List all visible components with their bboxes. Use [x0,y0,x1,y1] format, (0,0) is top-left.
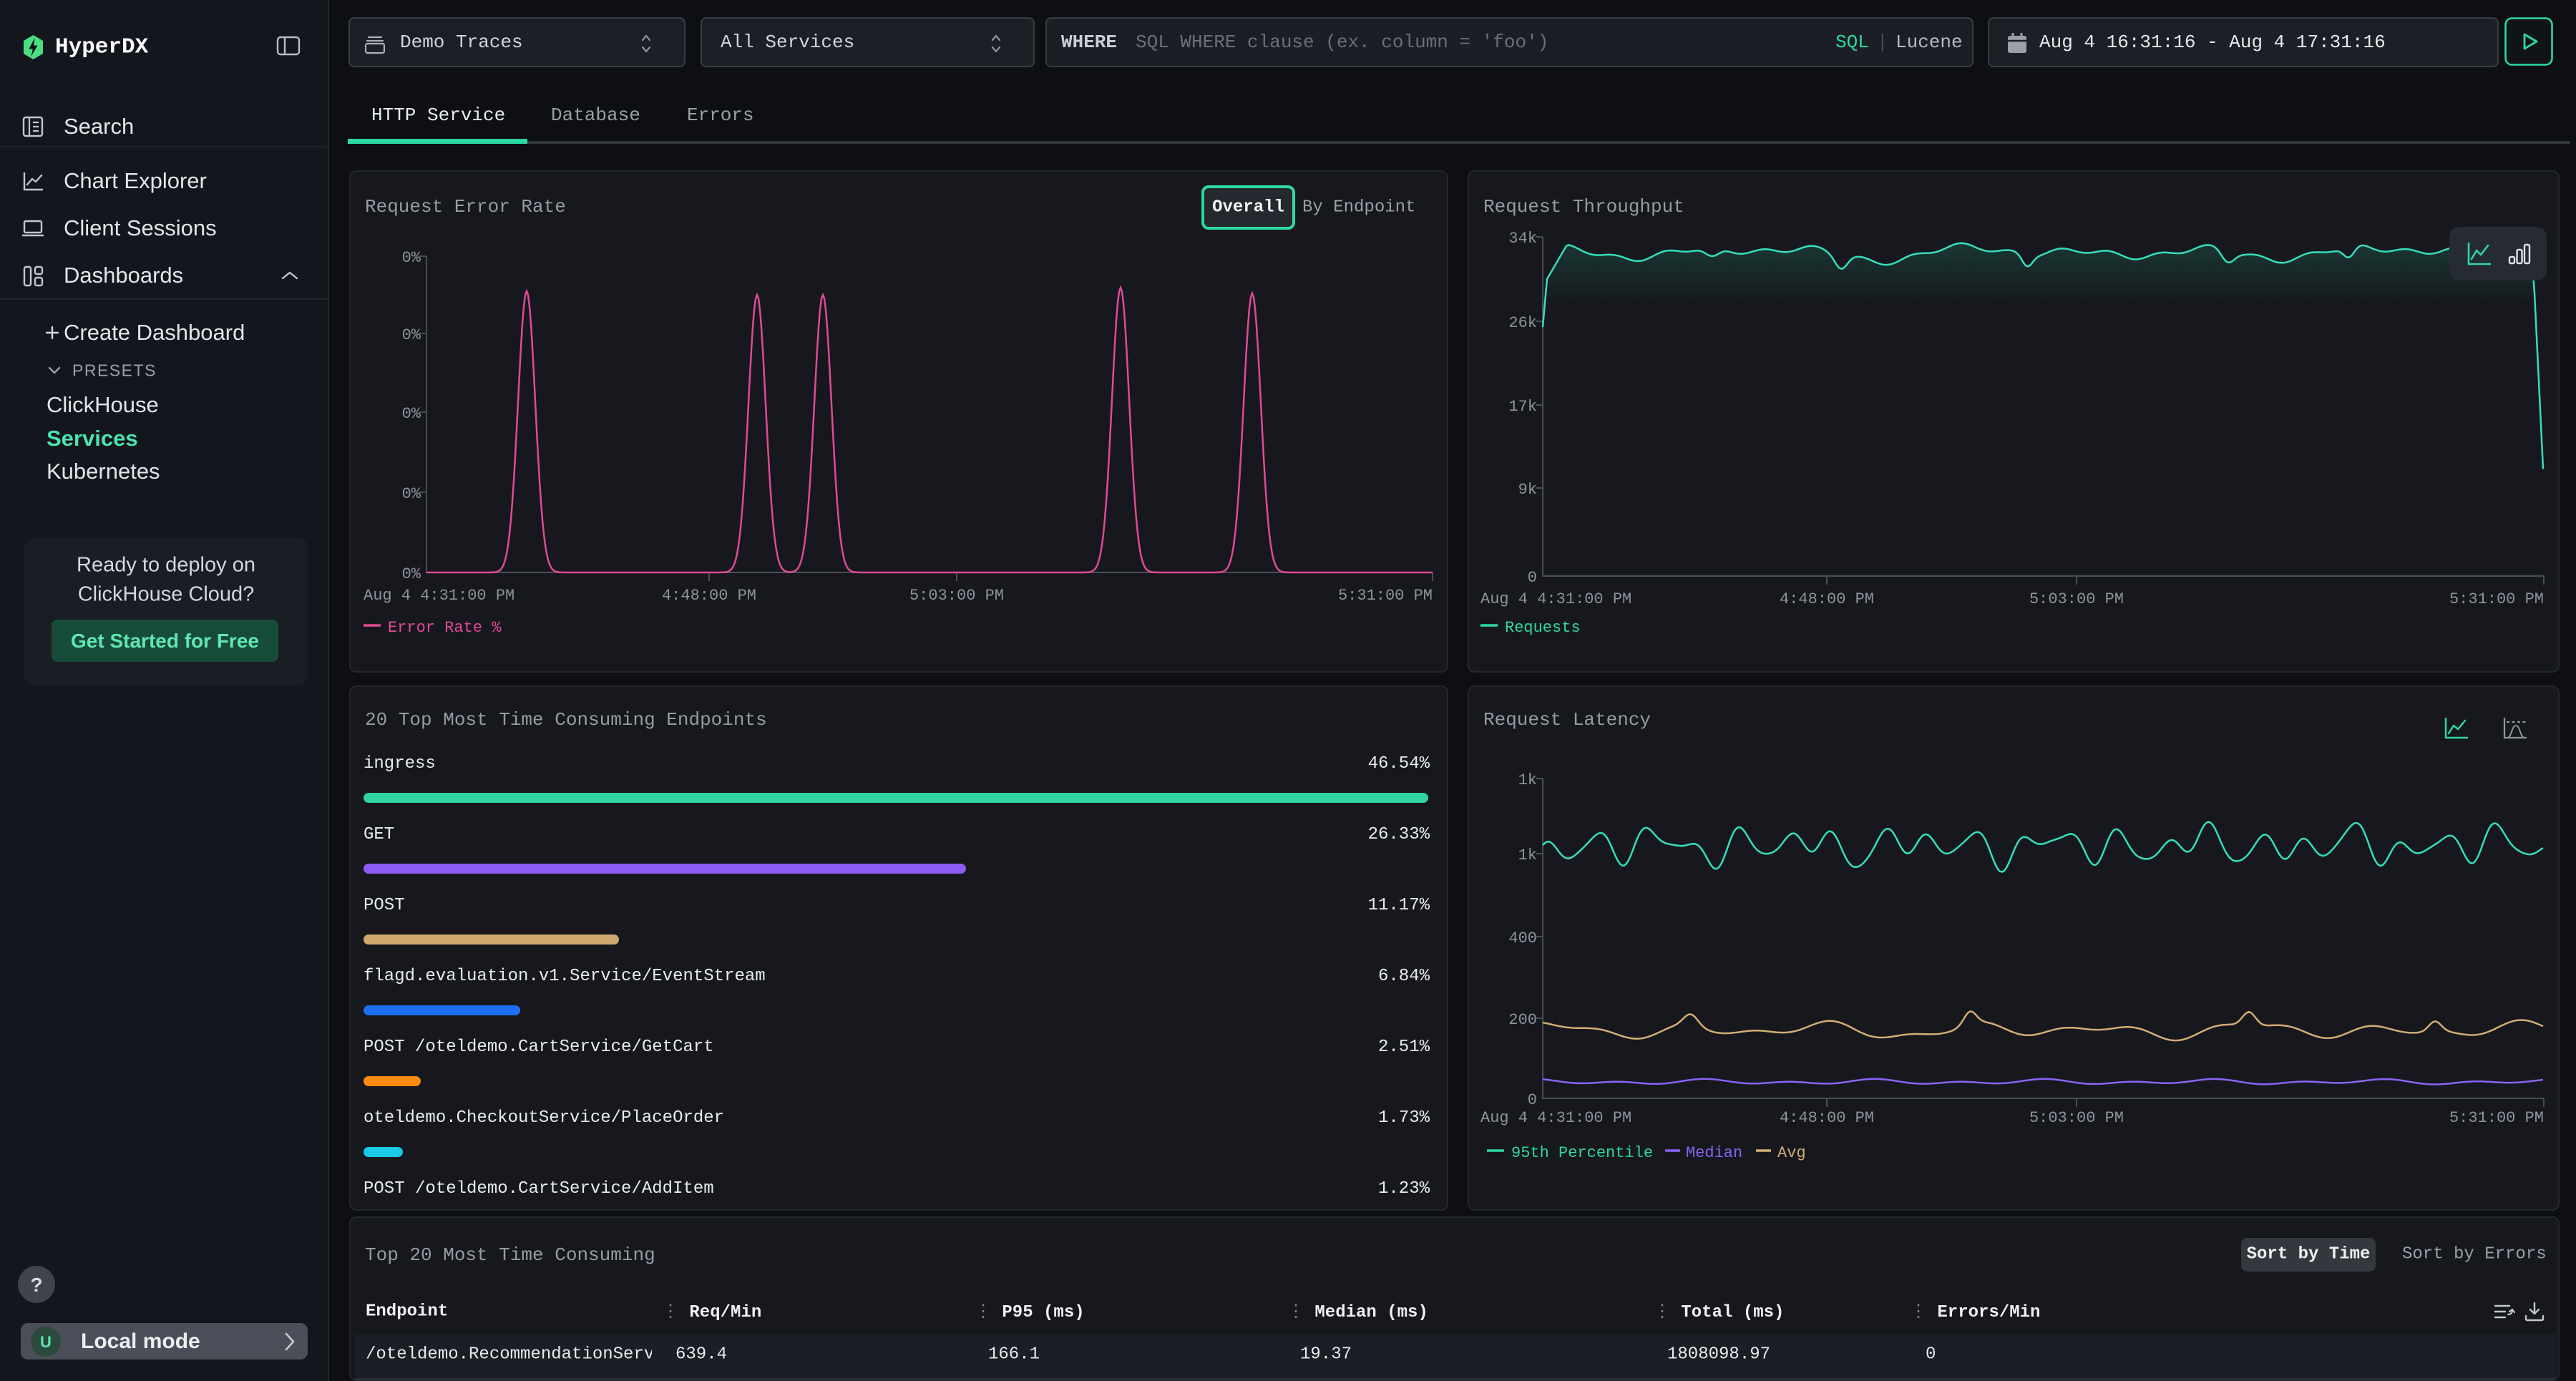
svg-text:Avg: Avg [1777,1144,1806,1162]
svg-text:34k: 34k [1508,230,1537,248]
svg-text:0%: 0% [402,249,421,267]
svg-text:1k: 1k [1518,846,1537,864]
svg-text:Aug 4 4:31:00 PM: Aug 4 4:31:00 PM [1480,1109,1631,1127]
svg-text:0: 0 [1528,569,1537,587]
svg-text:0%: 0% [402,405,421,423]
svg-text:Aug 4 4:31:00 PM: Aug 4 4:31:00 PM [1480,590,1631,608]
svg-text:Median: Median [1686,1144,1742,1162]
svg-text:0%: 0% [402,565,421,583]
svg-text:0%: 0% [402,326,421,344]
svg-text:5:31:00 PM: 5:31:00 PM [2449,590,2544,608]
svg-text:Aug 4 4:31:00 PM: Aug 4 4:31:00 PM [364,587,514,605]
svg-text:Requests: Requests [1505,619,1581,637]
svg-text:4:48:00 PM: 4:48:00 PM [1780,590,1874,608]
svg-text:5:03:00 PM: 5:03:00 PM [909,587,1004,605]
svg-text:4:48:00 PM: 4:48:00 PM [662,587,756,605]
svg-text:4:48:00 PM: 4:48:00 PM [1780,1109,1874,1127]
svg-text:1k: 1k [1518,771,1537,789]
svg-text:0%: 0% [402,485,421,503]
svg-text:5:31:00 PM: 5:31:00 PM [2449,1109,2544,1127]
svg-text:200: 200 [1508,1011,1537,1029]
svg-text:5:03:00 PM: 5:03:00 PM [2029,590,2124,608]
svg-text:17k: 17k [1508,398,1537,416]
svg-text:Error Rate %: Error Rate % [388,619,502,637]
svg-text:5:31:00 PM: 5:31:00 PM [1338,587,1433,605]
svg-text:26k: 26k [1508,314,1537,332]
svg-text:0: 0 [1528,1091,1537,1109]
svg-text:5:03:00 PM: 5:03:00 PM [2029,1109,2124,1127]
svg-text:9k: 9k [1518,481,1537,499]
svg-text:400: 400 [1508,929,1537,947]
svg-text:95th Percentile: 95th Percentile [1511,1144,1653,1162]
